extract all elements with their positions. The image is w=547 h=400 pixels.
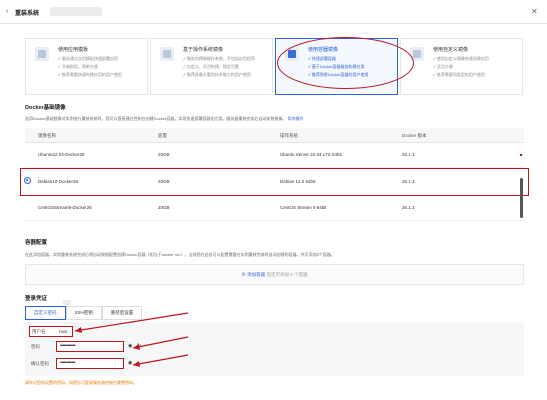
cell-version: 26.1.3 <box>402 152 415 157</box>
cell-os: Debian 12.0 64bit <box>280 179 316 184</box>
cell-version: 26.1.3 <box>402 179 415 184</box>
card-title: 使用应用模板 <box>58 47 89 53</box>
docker-section-title: Docker基础镜像 <box>25 105 66 111</box>
col-header-name: 镜像名称 <box>38 133 56 138</box>
card-title: 使用容器镜像 <box>308 47 339 53</box>
username-value: root <box>59 329 67 334</box>
refresh-icon[interactable]: ↻ <box>137 343 141 349</box>
container-image-icon <box>285 47 299 61</box>
cell-name: Ubuntu22.04-Docker26 <box>38 152 85 157</box>
add-container-area[interactable]: ⊕ 添加容器 您还可添加 5 个容器 <box>25 264 524 285</box>
container-section-desc: 在此添加容器，实例重装系统完成后将自动按照配置创建Docker容器（相当于doc… <box>25 252 335 257</box>
username-label: 用户名 <box>32 329 46 334</box>
os-image-icon <box>160 47 174 61</box>
password-value: •••••••••••• <box>60 343 76 349</box>
password-label: 密码 <box>31 344 40 349</box>
confirm-password-value: •••••••••••• <box>60 360 76 366</box>
how-to-link[interactable]: 如何操作 <box>287 116 303 121</box>
card-title: 使用自定义镜像 <box>433 47 469 53</box>
card-bullet: ✓ 服务内预装操作系统，不包括应用程序 <box>183 56 255 61</box>
card-bullet: ✓ 快速部署容器 <box>308 56 336 61</box>
card-bullet: ✓ 开箱即用，简单方便 <box>58 64 98 69</box>
close-icon[interactable]: ✕ <box>531 7 538 16</box>
add-container-hint: 您还可添加 5 个容器 <box>266 272 308 277</box>
credential-fields: 用户名 root 密码 •••••••••••• ◉ ↻ 确认密码 ••••••… <box>25 322 524 376</box>
credential-tabs: 自定义密码 SSH密钥 重装后设置 <box>25 300 143 320</box>
cell-size: 20GB <box>158 152 170 157</box>
blurred-instance-name <box>50 7 102 16</box>
card-app-template[interactable]: 使用应用模板 ✓ 服务通过应用模板快速部署应用 ✓ 开箱即用，简单方便 ✓ 推荐… <box>25 38 148 95</box>
main-content: 使用应用模板 ✓ 服务通过应用模板快速部署应用 ✓ 开箱即用，简单方便 ✓ 推荐… <box>18 26 529 400</box>
blurred-label <box>63 300 71 305</box>
table-row-selected[interactable]: Debian12-Docker26 20GB Debian 12.0 64bit… <box>20 168 529 196</box>
docker-image-table: 镜像名称 容量 操作系统 Docker 版本 Ubuntu22.04-Docke… <box>20 128 529 221</box>
card-bullet: ✓ 使用自定义镜像快速创建应用 <box>433 56 489 61</box>
card-bullet: ✓ 推荐需要快速构建应用的用户使用 <box>58 72 122 77</box>
card-bullet: ✓ 推荐熟悉Docker容器的用户使用 <box>308 72 369 77</box>
card-custom-image[interactable]: 使用自定义镜像 ✓ 使用自定义镜像快速创建应用 ✓ 灵活方便 ✓ 推荐需要同类型… <box>400 38 523 95</box>
image-type-cards: 使用应用模板 ✓ 服务通过应用模板快速部署应用 ✓ 开箱即用，简单方便 ✓ 推荐… <box>25 38 523 95</box>
table-scrollbar[interactable] <box>520 178 523 218</box>
cell-size: 20GB <box>158 205 170 210</box>
confirm-password-field[interactable]: •••••••••••• <box>56 358 124 369</box>
card-bullet: ✓ 自定义，灵活构建，稳定可靠 <box>183 64 239 69</box>
chevron-left-icon[interactable]: ‹ <box>6 8 8 15</box>
cell-os: CentOS Stream 9 64bit <box>280 205 327 210</box>
col-header-os: 操作系统 <box>280 133 298 138</box>
cell-version: 26.1.3 <box>402 205 415 210</box>
tab-set-after-reinstall[interactable]: 重装后设置 <box>101 306 143 320</box>
cell-name: Debian12-Docker26 <box>38 179 79 184</box>
eye-icon[interactable]: ◉ <box>128 360 132 366</box>
add-container-button[interactable]: ⊕ 添加容器 <box>241 272 265 277</box>
col-header-size: 容量 <box>158 133 167 138</box>
card-bullet: ✓ 服务通过应用模板快速部署应用 <box>58 56 118 61</box>
title-bar: ‹ 重装系统 ✕ <box>0 0 547 24</box>
card-bullet: ✓ 基于Docker容器服务构建应用 <box>308 64 365 69</box>
cell-size: 20GB <box>158 179 170 184</box>
docker-section-desc: 选用Docker基础镜像对实例进行重装系统时，您可以直接通过控制台创建Docke… <box>25 116 304 121</box>
tab-ssh-key[interactable]: SSH密钥 <box>65 306 102 320</box>
card-bullet: ✓ 推荐需要同类型的用户使用 <box>433 72 485 77</box>
tab-custom-password[interactable]: 自定义密码 <box>25 306 66 320</box>
cell-name: CentOSStream9-Docker26 <box>38 205 92 210</box>
dialog-window: ‹ 重装系统 ✕ 使用应用模板 ✓ 服务通过应用模板快速部署应用 ✓ 开箱即用，… <box>0 0 547 400</box>
table-header: 镜像名称 容量 操作系统 Docker 版本 <box>25 128 524 143</box>
card-container-image[interactable]: 使用容器镜像 ✓ 快速部署容器 ✓ 基于Docker容器服务构建应用 ✓ 推荐熟… <box>275 38 398 95</box>
card-bullet: ✓ 灵活方便 <box>433 64 453 69</box>
password-warning: 请牢记您所设置的密码，如遗忘可登录服务器控制台重置密码。 <box>25 380 137 385</box>
template-icon <box>35 47 49 61</box>
annotation-marker <box>520 154 522 156</box>
table-row[interactable]: CentOSStream9-Docker26 20GB CentOS Strea… <box>25 196 524 221</box>
username-field[interactable]: 用户名 root <box>29 326 73 337</box>
container-section-title: 容器配置 <box>25 240 48 246</box>
row-radio-button[interactable] <box>24 177 31 184</box>
card-os-image[interactable]: 基于操作系统镜像 ✓ 服务内预装操作系统，不包括应用程序 ✓ 自定义，灵活构建，… <box>150 38 273 95</box>
custom-image-icon <box>410 47 424 61</box>
card-title: 基于操作系统镜像 <box>183 47 224 53</box>
card-bullet: ✓ 推荐具备丰富的技术能力的用户使用 <box>183 72 251 77</box>
eye-icon[interactable]: ◉ <box>128 343 132 349</box>
page-title: 重装系统 <box>15 11 40 17</box>
password-field[interactable]: •••••••••••• <box>56 341 124 352</box>
cell-os: Ubuntu Server 22.04 LTS 64bit <box>280 152 342 157</box>
table-row[interactable]: Ubuntu22.04-Docker26 20GB Ubuntu Server … <box>25 143 524 168</box>
col-header-docker-version: Docker 版本 <box>402 133 427 138</box>
credential-section-title: 登录凭证 <box>25 296 48 302</box>
confirm-password-label: 确认密码 <box>31 361 49 366</box>
